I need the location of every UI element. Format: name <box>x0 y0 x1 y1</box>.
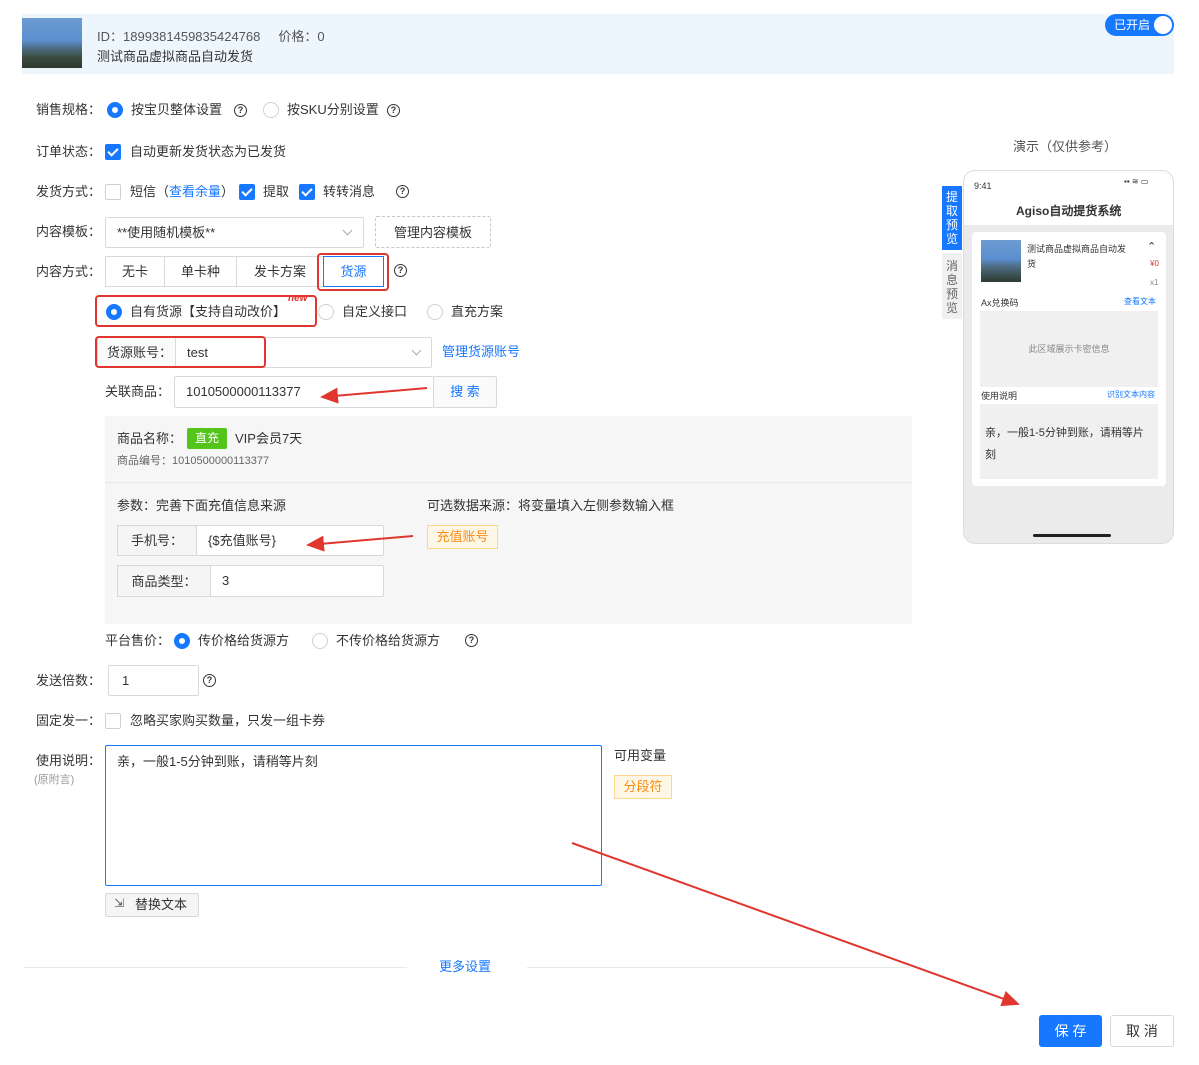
arrow <box>571 842 1020 1007</box>
arrow <box>306 535 414 552</box>
annotation-arrows <box>306 387 1020 1007</box>
arrow <box>320 387 428 404</box>
